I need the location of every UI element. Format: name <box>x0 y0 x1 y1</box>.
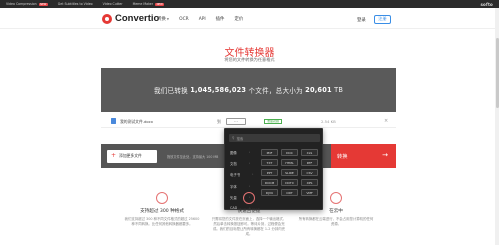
format-option[interactable]: TXT <box>261 159 278 166</box>
signup-button[interactable]: 注册 <box>374 14 391 24</box>
formats-icon <box>156 192 168 204</box>
feature-cloud: 在云中 所有转换都在云端进行，不会占用您计算机的任何资源。 <box>298 192 374 227</box>
feature-title: 支持超过 300 种格式 <box>140 209 184 214</box>
promo-link-1[interactable]: Video Compression NEW <box>6 2 48 6</box>
format-option[interactable]: DOCM <box>261 179 278 186</box>
logo[interactable]: Convertio <box>102 13 159 24</box>
convertio-logo-icon <box>102 13 112 24</box>
feature-title: 在云中 <box>329 209 343 214</box>
banner-middle: 个文件，总大小为 <box>248 87 303 95</box>
add-files-button[interactable]: + 添加更多文件 <box>107 149 157 163</box>
format-option[interactable]: PDF <box>261 149 278 156</box>
feature-fast: 快速且便捷 只需将您的文件放在页面上，选择一个输出格式，然后单击转换按钮即可。等… <box>211 192 287 237</box>
promo-link-2[interactable]: Get Subtitles to Video <box>58 2 93 6</box>
category-item[interactable]: 文档 › <box>230 161 253 166</box>
navbar: Convertio 转换 ▼ OCR API 插件 定价 登录 注册 <box>0 8 499 29</box>
new-badge: NEW <box>155 2 165 6</box>
promo-strip: Video Compression NEW Get Subtitles to Vi… <box>0 0 499 8</box>
convert-button[interactable]: 转换 → <box>331 144 396 168</box>
nav-convert[interactable]: 转换 ▼ <box>157 16 169 22</box>
promo-link-3[interactable]: Video Cutter <box>103 2 123 6</box>
feature-title: 快速且便捷 <box>237 209 261 214</box>
nav-ocr[interactable]: OCR <box>179 16 189 22</box>
chevron-right-icon: › <box>248 161 250 166</box>
category-item[interactable]: 字体 › <box>230 184 253 189</box>
logo-text: Convertio <box>115 13 160 24</box>
new-badge: NEW <box>38 2 48 6</box>
nav-plugins[interactable]: 插件 <box>216 16 225 22</box>
format-select[interactable]: ... <box>226 117 246 125</box>
nav-pricing[interactable]: 定价 <box>234 16 243 22</box>
format-search-input[interactable]: ⚲ 搜索 <box>229 134 320 142</box>
banner-prefix: 我们已转换 <box>153 87 188 95</box>
page-subtitle: 将您的文件转换为任意格式 <box>224 57 275 62</box>
category-item[interactable]: 图像 › <box>230 150 253 155</box>
chevron-right-icon: › <box>248 183 250 188</box>
feature-desc: 只需将您的文件放在页面上，选择一个输出格式，然后单击转换按钮即可。等待片刻，过程… <box>211 217 287 236</box>
arrow-right-icon: → <box>382 151 388 159</box>
feature-desc: 我们支持超过 300 种不同文件格式的超过 25600 种不同转换。比任何其他转… <box>124 217 200 226</box>
chevron-right-icon: › <box>252 172 254 177</box>
convert-to-label: 到 <box>217 119 221 124</box>
conversion-counter-banner: 我们已转换 1,045,586,023 个文件，总大小为 20,601 TB <box>101 68 396 112</box>
format-option[interactable]: RTF <box>301 159 318 166</box>
chevron-right-icon: › <box>248 150 250 154</box>
format-option[interactable]: XPS <box>301 179 318 186</box>
format-option[interactable]: CSV <box>301 169 318 176</box>
size-count: 20,601 <box>305 86 332 94</box>
format-option[interactable]: DOTX <box>281 179 298 186</box>
nav-links: 转换 ▼ OCR API 插件 定价 <box>157 16 243 23</box>
files-count: 1,045,586,023 <box>190 86 247 94</box>
category-item[interactable]: 电子书 › <box>230 172 253 177</box>
lightning-icon <box>243 192 255 204</box>
document-icon <box>111 118 116 124</box>
format-option[interactable]: SLIDE <box>281 169 298 176</box>
nav-api[interactable]: API <box>199 16 206 22</box>
chevron-down-icon: ▼ <box>166 17 170 21</box>
file-name: 我的测试文件.docx <box>120 119 154 124</box>
feature-formats: 支持超过 300 种格式 我们支持超过 300 种不同文件格式的超过 25600… <box>124 192 200 227</box>
cloud-icon <box>330 192 342 204</box>
file-row: 我的测试文件.docx 到 ... 准备就绪 2.54 KB × <box>101 115 396 128</box>
plus-icon: + <box>111 152 117 159</box>
format-grid: PDF DOC XLS TXT HTML RTF PPT SLIDE CSV D… <box>261 149 318 196</box>
drop-hint: 拖放文件至此处，支持最大 100 MB <box>167 154 219 159</box>
search-icon: ⚲ <box>232 136 235 140</box>
remove-file-icon[interactable]: × <box>384 118 388 124</box>
size-unit: TB <box>334 86 344 94</box>
format-option[interactable]: DOC <box>281 149 298 156</box>
promo-link-4[interactable]: Meme Maker NEW <box>133 2 165 6</box>
feature-desc: 所有转换都在云端进行，不会占用您计算机的任何资源。 <box>298 217 374 226</box>
status-badge: 准备就绪 <box>264 118 283 124</box>
softo-brand[interactable]: softo <box>480 2 493 7</box>
format-option[interactable]: HTML <box>281 159 298 166</box>
format-option[interactable]: PPT <box>261 169 278 176</box>
file-size: 2.54 KB <box>321 119 336 124</box>
format-option[interactable]: XLS <box>301 149 318 156</box>
login-link[interactable]: 登录 <box>357 17 366 23</box>
